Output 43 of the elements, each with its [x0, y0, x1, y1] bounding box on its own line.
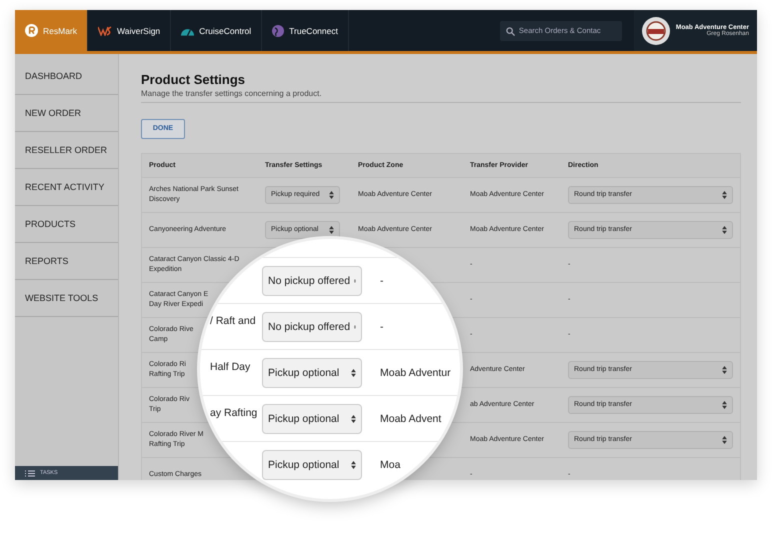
product-name: / Raft and: [210, 314, 256, 326]
select-caret-icon: [351, 460, 356, 468]
swoosh-logo-icon: [98, 26, 112, 36]
sidebar-item[interactable]: PRODUCTS: [15, 206, 118, 243]
avatar-icon[interactable]: [642, 16, 670, 44]
product-zone: Moab Advent: [380, 412, 442, 424]
page-title: Product Settings: [141, 72, 246, 87]
product-zone: Moab Adventur: [380, 366, 451, 378]
select-caret-icon: [722, 366, 727, 374]
page-subtitle: Manage the transfer settings concerning a product.: [141, 89, 323, 98]
select-caret-icon: [354, 322, 356, 330]
product-name: Half Day: [210, 360, 250, 372]
transfer-setting-select[interactable]: Pickup optional: [262, 358, 362, 388]
app-tab[interactable]: WaiverSign: [88, 10, 172, 51]
product-zone: -: [380, 274, 384, 286]
product-zone: -: [380, 320, 384, 332]
sidebar-item[interactable]: REPORTS: [15, 243, 118, 280]
sidebar-item[interactable]: DASHBOARD: [15, 58, 118, 95]
app-tab[interactable]: TrueConnect: [262, 10, 349, 51]
select-caret-icon: [722, 436, 727, 444]
select-caret-icon: [351, 414, 356, 422]
app-tab[interactable]: CruiseControl: [171, 10, 262, 51]
select-caret-icon: [354, 276, 356, 284]
sidebar-item[interactable]: WEBSITE TOOLS: [15, 280, 118, 317]
select-caret-icon: [722, 190, 727, 198]
product-zone: Moa: [380, 458, 400, 470]
select-caret-icon: [351, 368, 356, 376]
resmark-logo-icon: [25, 24, 38, 37]
transfer-setting-select[interactable]: Pickup optional: [262, 450, 362, 480]
globe-icon: [272, 24, 284, 36]
transfer-setting-select[interactable]: No pickup offered: [262, 312, 362, 342]
select-caret-icon: [329, 226, 334, 234]
select-caret-icon: [329, 190, 334, 198]
select-caret-icon: [722, 226, 727, 234]
list-icon: [25, 470, 35, 476]
sidebar-item[interactable]: NEW ORDER: [15, 95, 118, 132]
transfer-setting-select[interactable]: No pickup offered: [262, 266, 362, 296]
search-icon: [506, 26, 515, 36]
sidebar-item[interactable]: RECENT ACTIVITY: [15, 169, 118, 206]
sidebar-item[interactable]: RESELLER ORDER: [15, 132, 118, 169]
transfer-setting-select[interactable]: Pickup optional: [262, 404, 362, 434]
product-name: ay Rafting: [210, 406, 258, 418]
select-caret-icon: [722, 400, 727, 408]
